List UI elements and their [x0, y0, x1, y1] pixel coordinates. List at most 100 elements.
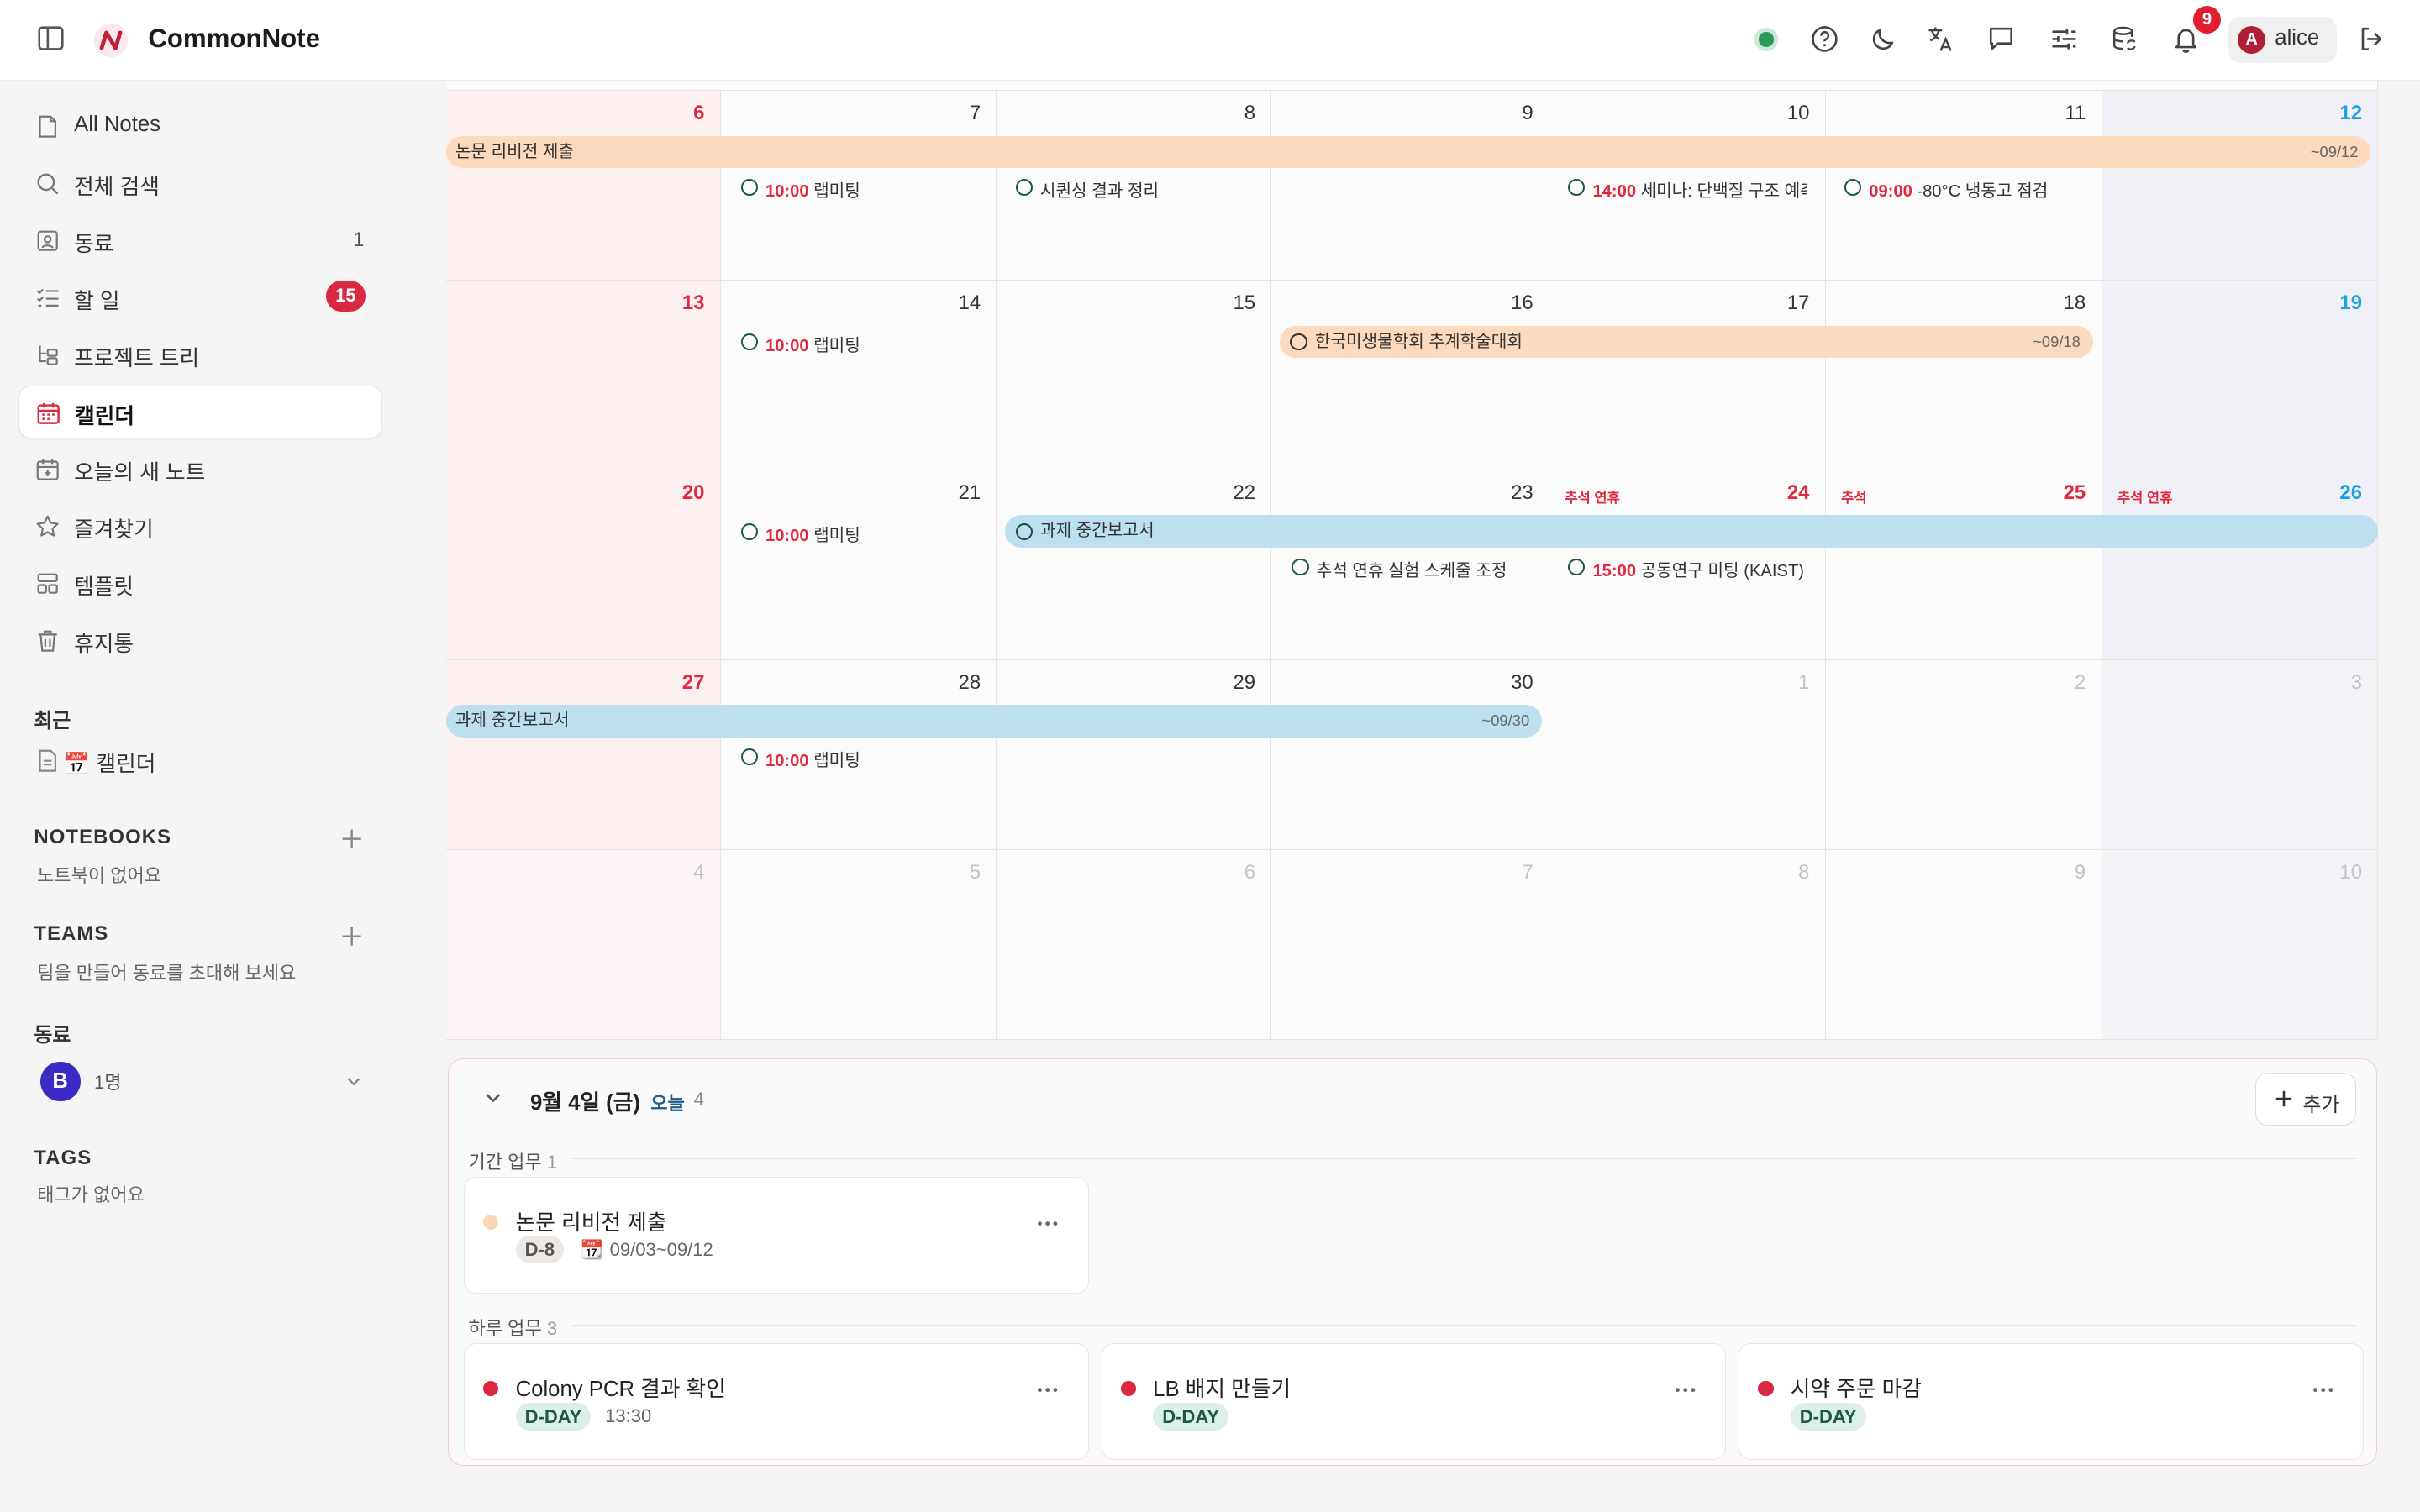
sidebar-item-todo[interactable]: 할 일 15 [18, 271, 382, 323]
day-cell[interactable]: 16 [1271, 281, 1550, 471]
multi-day-event-bar[interactable]: 과제 중간보고서 ~09/30 [445, 705, 1542, 738]
add-task-button[interactable]: 추가 [2255, 1073, 2356, 1126]
day-cell[interactable]: 6 [445, 91, 721, 281]
status-indicator[interactable] [1754, 28, 1778, 51]
task-circle-icon[interactable] [740, 333, 758, 350]
task-circle-icon[interactable] [1568, 179, 1586, 197]
task-circle-icon[interactable] [1292, 558, 1309, 576]
period-task-card[interactable]: 논문 리비전 제출 D-8 📆 09/03~09/12 [464, 1176, 1089, 1294]
day-task-card[interactable]: 시약 주문 마감 D-DAY [1739, 1342, 2364, 1461]
day-cell[interactable]: 19 [2102, 281, 2379, 471]
logout-icon[interactable] [2357, 24, 2386, 54]
checklist-icon [37, 288, 59, 307]
sidebar-item-label: 휴지통 [74, 632, 134, 656]
day-cell[interactable]: 3 [2102, 660, 2379, 850]
day-cell[interactable]: 2 [1825, 660, 2102, 850]
divider [571, 1324, 2356, 1326]
recent-item[interactable]: 📅 캘린더 [18, 734, 382, 786]
day-task-card[interactable]: LB 배지 만들기 D-DAY [1101, 1342, 1727, 1461]
add-notebook-icon[interactable] [339, 827, 364, 851]
sidebar-item-calendar[interactable]: 캘린더 [18, 386, 383, 438]
tree-icon [39, 345, 59, 365]
multi-day-event-bar[interactable]: 논문 리비전 제출 ~09/12 [445, 135, 2371, 169]
sidebar-item-colleagues[interactable]: 동료 1 [18, 214, 382, 266]
calendar-event[interactable]: 10:00 랩미팅 [740, 745, 973, 770]
day-cell[interactable]: 25 [1825, 470, 2102, 661]
task-circle-icon[interactable] [1015, 522, 1033, 540]
translate-icon[interactable] [1926, 24, 1955, 54]
day-cell[interactable]: 4 [445, 850, 721, 1040]
task-circle-icon[interactable] [740, 522, 758, 540]
day-cell[interactable]: 27 [445, 660, 721, 850]
task-circle-icon[interactable] [1568, 558, 1586, 576]
collapse-chevron-icon[interactable] [482, 1087, 504, 1109]
day-cell[interactable]: 15 [997, 281, 1272, 471]
day-cell[interactable]: 30 [1271, 660, 1550, 850]
calendar-event[interactable]: 10:00 랩미팅 [740, 520, 973, 544]
task-circle-icon[interactable] [740, 748, 758, 765]
day-cell[interactable]: 5 [720, 850, 997, 1040]
task-circle-icon[interactable] [1290, 333, 1307, 350]
task-title: LB 배지 만들기 [1153, 1377, 1292, 1401]
calendar-event[interactable]: 14:00 세미나: 단백질 구조 예측 [1568, 176, 1807, 201]
calendar-event[interactable]: 추석 연휴 실험 스케줄 조정 [1292, 555, 1554, 580]
day-cell[interactable]: 12 [2102, 91, 2379, 281]
sidebar-item-project-tree[interactable]: 프로젝트 트리 [18, 328, 382, 381]
event-title: 시퀀싱 결과 정리 [1039, 182, 1160, 201]
day-cell[interactable]: 29 [997, 660, 1272, 850]
colleague-avatar[interactable]: B [39, 1061, 81, 1102]
holiday-label: 추석 [1841, 489, 1867, 506]
day-cell[interactable]: 8 [1549, 850, 1826, 1040]
task-circle-icon[interactable] [740, 179, 758, 197]
more-icon[interactable] [1035, 1221, 1060, 1226]
sliders-icon[interactable] [2049, 24, 2079, 54]
sidebar-item-search[interactable]: 전체 검색 [18, 157, 382, 209]
task-circle-icon[interactable] [1844, 179, 1862, 197]
database-sync-icon[interactable] [2110, 24, 2139, 54]
more-icon[interactable] [2311, 1387, 2335, 1393]
day-cell[interactable]: 18 [1825, 281, 2102, 471]
day-task-card[interactable]: Colony PCR 결과 확인 D-DAY 13:30 [464, 1342, 1089, 1461]
day-cell[interactable]: 22 [997, 470, 1272, 661]
day-title: 9월 4일 (금) [529, 1091, 640, 1116]
sidebar-item-trash[interactable]: 휴지통 [18, 614, 382, 666]
day-cell[interactable]: 21 [720, 470, 997, 661]
more-icon[interactable] [1035, 1387, 1060, 1393]
multi-day-event-bar[interactable]: 과제 중간보고서 [1004, 515, 2379, 548]
notification-badge: 9 [2192, 6, 2221, 34]
multi-day-event-bar[interactable]: 한국미생물학회 추계학술대회 ~09/18 [1279, 325, 2093, 359]
sidebar-item-all-notes[interactable]: All Notes [18, 100, 382, 152]
help-icon[interactable] [1810, 24, 1839, 54]
day-cell[interactable]: 13 [445, 281, 721, 471]
calendar-event[interactable]: 09:00 -80°C 냉동고 점검 [1844, 176, 2091, 201]
moon-icon[interactable] [1869, 24, 1898, 54]
day-cell[interactable]: 7 [1271, 850, 1550, 1040]
user-name: alice [2275, 26, 2320, 50]
sidebar-item-templates[interactable]: 템플릿 [18, 557, 382, 609]
day-cell[interactable]: 9 [1825, 850, 2102, 1040]
day-cell[interactable]: 20 [445, 470, 721, 661]
chevron-down-icon[interactable] [345, 1072, 363, 1090]
calendar-event[interactable]: 15:00 공동연구 미팅 (KAIST) [1568, 555, 1830, 580]
add-team-icon[interactable] [339, 924, 364, 948]
task-circle-icon[interactable] [1015, 179, 1033, 197]
day-cell[interactable]: 1 [1549, 660, 1826, 850]
day-cell[interactable]: 9 [1271, 91, 1550, 281]
user-menu[interactable]: A alice [2228, 17, 2337, 64]
more-icon[interactable] [1673, 1387, 1697, 1393]
day-cell[interactable]: 14 [720, 281, 997, 471]
calendar-event[interactable]: 10:00 랩미팅 [740, 330, 973, 354]
sidebar-toggle-icon[interactable] [37, 24, 65, 52]
event-title: 논문 리비전 제출 [455, 142, 575, 161]
day-number: 9 [2074, 860, 2086, 884]
day-cell[interactable]: 10 [2102, 850, 2379, 1040]
calendar-event[interactable]: 시퀀싱 결과 정리 [1015, 176, 1263, 201]
chat-icon[interactable] [1986, 24, 2016, 54]
day-cell[interactable]: 6 [997, 850, 1272, 1040]
calendar-event[interactable]: 10:00 랩미팅 [740, 176, 973, 201]
event-title: 랩미팅 [813, 751, 860, 770]
day-cell[interactable]: 17 [1549, 281, 1826, 471]
event-time: 10:00 [765, 182, 809, 201]
sidebar-item-favorites[interactable]: 즐겨찾기 [18, 500, 382, 552]
sidebar-item-today-note[interactable]: 오늘의 새 노트 [18, 443, 382, 495]
